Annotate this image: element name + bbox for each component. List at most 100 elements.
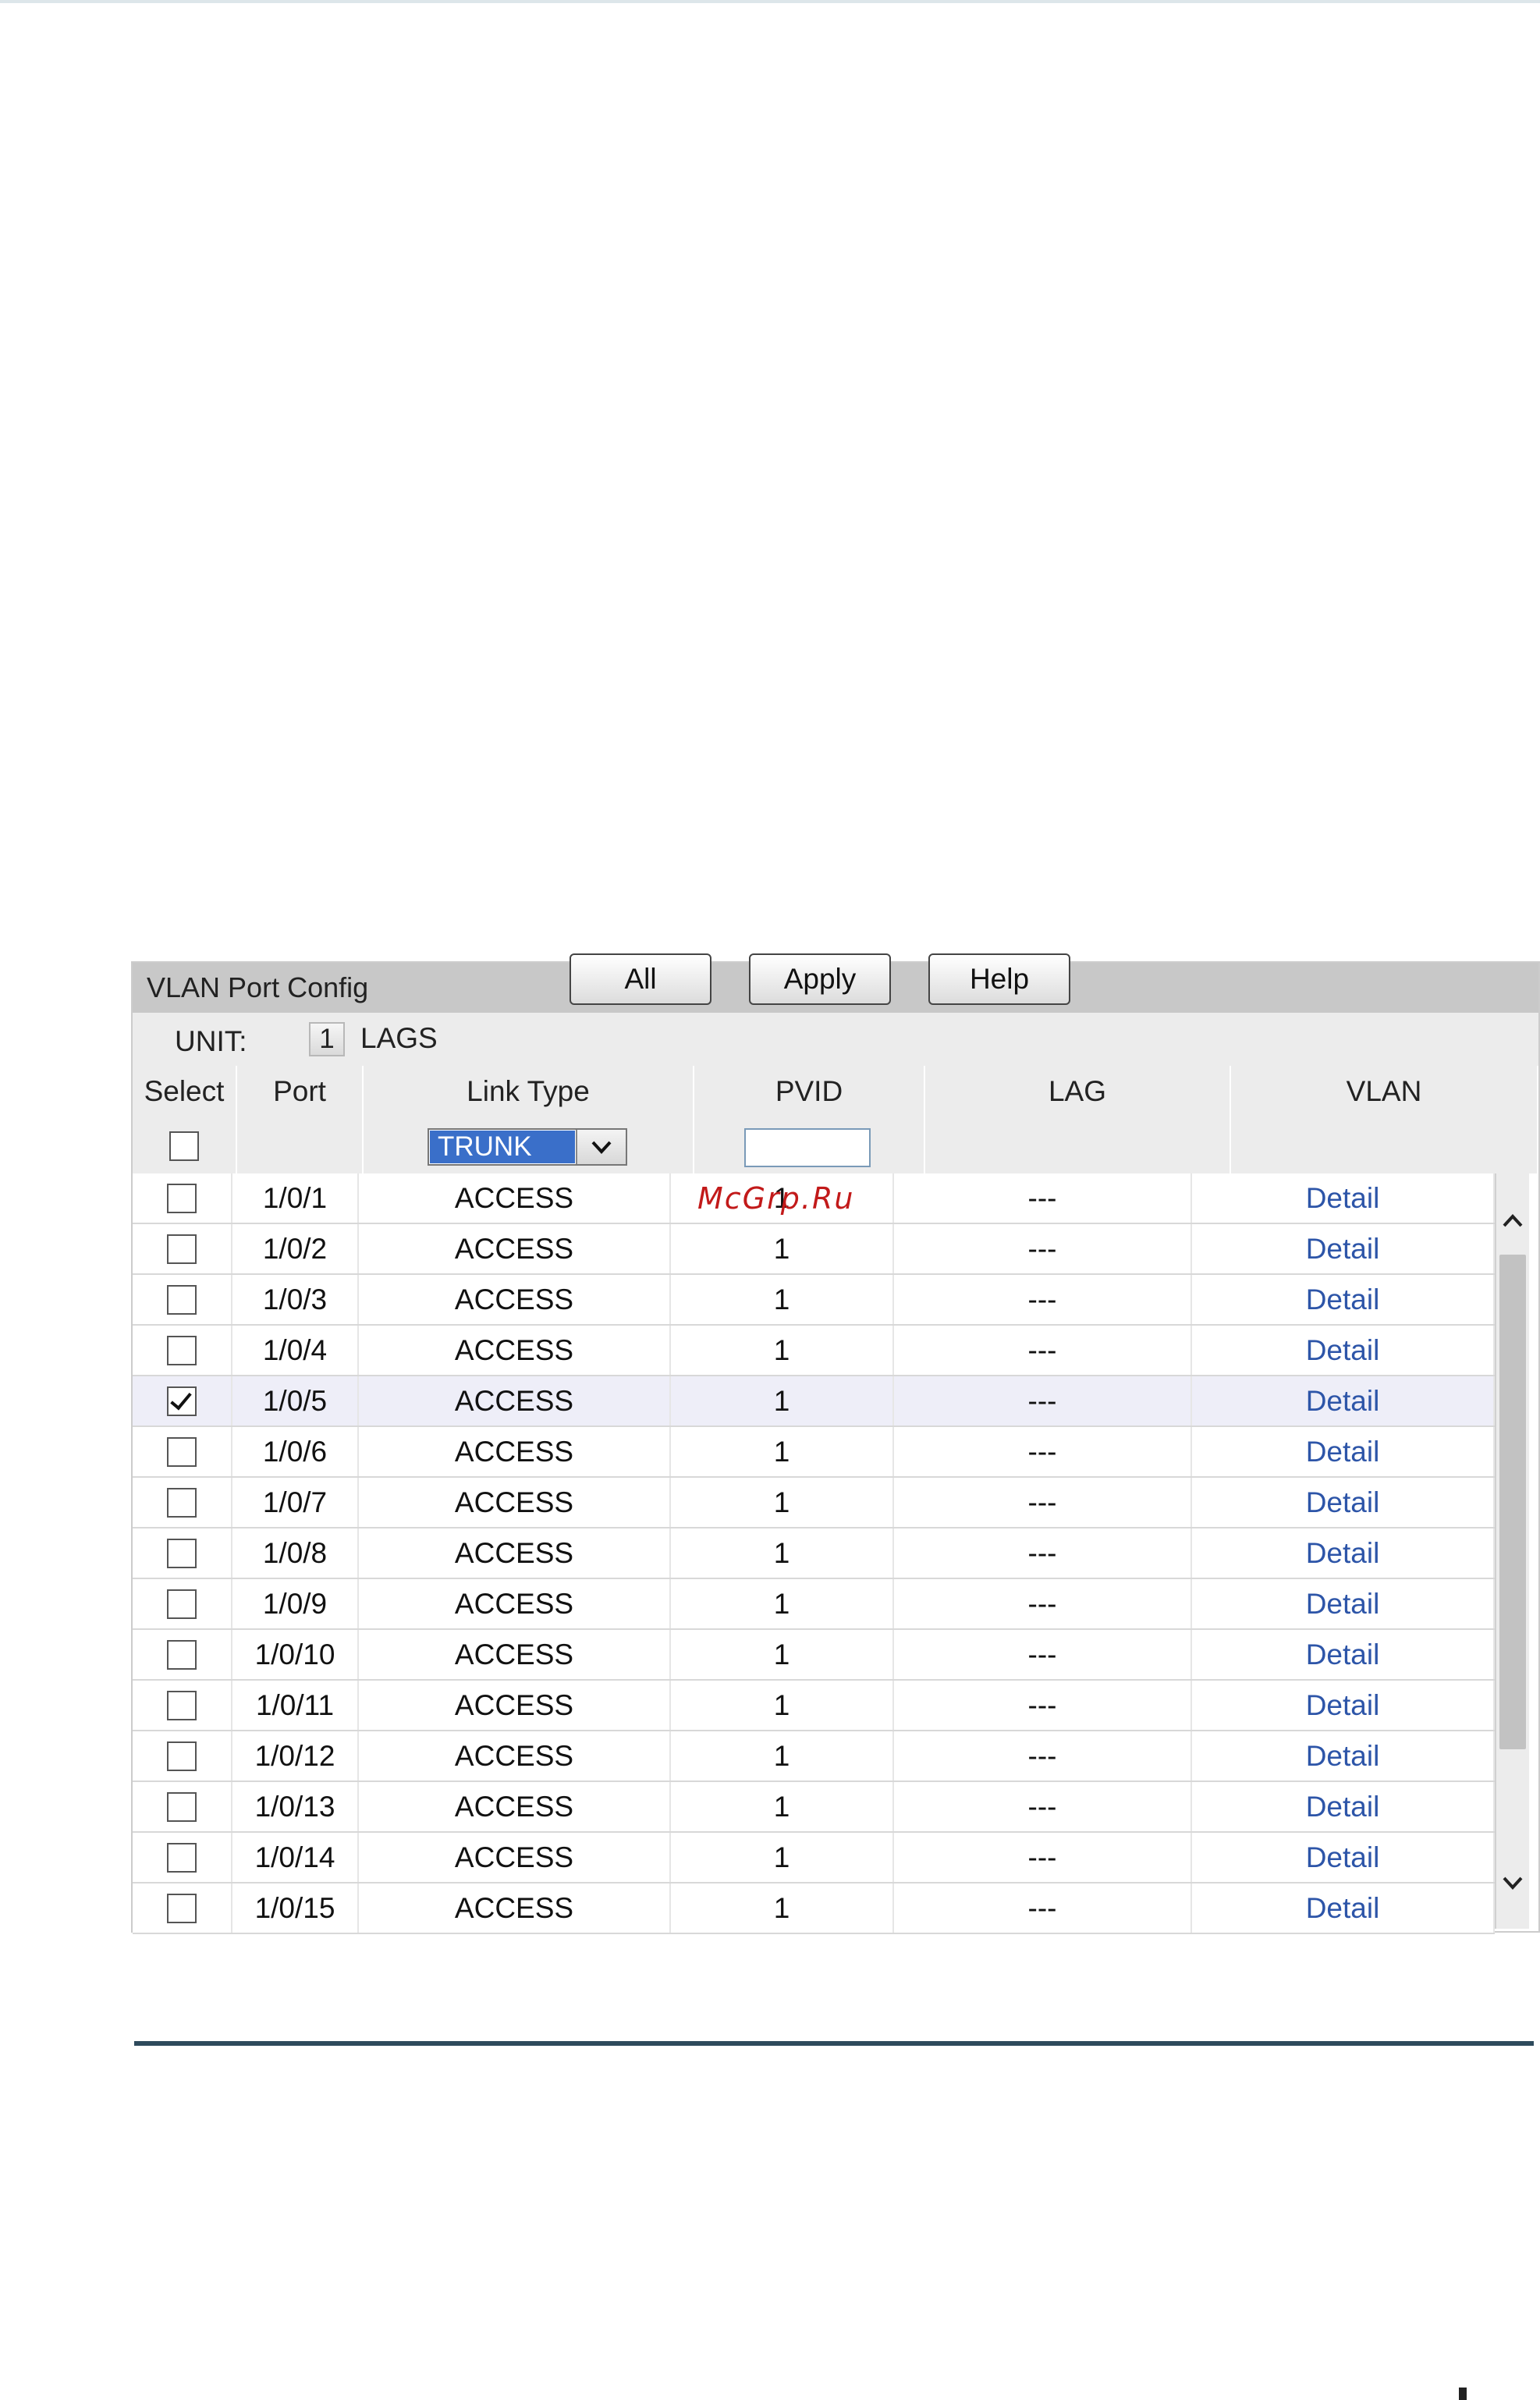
select-cell [133,1731,232,1780]
row-select-checkbox[interactable] [167,1639,197,1670]
vlan-detail-link-text[interactable]: Detail [1306,1233,1380,1266]
link-type-select[interactable]: TRUNK [428,1128,627,1166]
vlan-detail-link-text[interactable]: Detail [1306,1689,1380,1722]
scrollbar-thumb[interactable] [1499,1255,1526,1749]
vlan-detail-link[interactable]: Detail [1192,1883,1495,1933]
vlan-detail-link[interactable]: Detail [1192,1376,1495,1425]
select-cell [133,1528,232,1578]
vlan-detail-link-text[interactable]: Detail [1306,1334,1380,1367]
select-cell [133,1224,232,1273]
vlan-detail-link-text[interactable]: Detail [1306,1588,1380,1621]
lag-cell: --- [894,1224,1192,1273]
row-select-checkbox[interactable] [167,1284,197,1315]
vlan-detail-link-text[interactable]: Detail [1306,1537,1380,1570]
link-type-cell-text: ACCESS [454,1283,574,1315]
vlan-detail-link[interactable]: Detail [1192,1224,1495,1273]
link-type-cell-text: ACCESS [454,1841,574,1873]
select-cell [133,1427,232,1476]
vlan-detail-link[interactable]: Detail [1192,1326,1495,1375]
scroll-up-icon[interactable] [1496,1194,1529,1248]
row-select-checkbox[interactable] [167,1538,197,1568]
table-row: 1/0/6 ACCESS 1 --- Detail [133,1427,1495,1478]
row-select-checkbox[interactable] [167,1741,197,1771]
select-cell [133,1275,232,1324]
port-cell-text: 1/0/9 [262,1587,328,1620]
help-button[interactable]: Help [928,953,1070,1005]
vlan-detail-link-text[interactable]: Detail [1306,1841,1380,1874]
vlan-detail-link-text[interactable]: Detail [1306,1182,1380,1215]
row-select-checkbox[interactable] [167,1183,197,1213]
table-row: 1/0/2 ACCESS 1 --- Detail [133,1224,1495,1275]
lag-cell-text: --- [1027,1536,1057,1569]
pvid-cell: 1 [671,1833,894,1882]
port-cell-text: 1/0/3 [262,1283,328,1315]
row-select-checkbox[interactable] [167,1335,197,1365]
row-select-checkbox[interactable] [167,1589,197,1619]
select-cell [133,1883,232,1933]
vlan-detail-link[interactable]: Detail [1192,1833,1495,1882]
unit-1-button[interactable]: 1 [309,1022,345,1056]
row-select-checkbox[interactable] [167,1487,197,1518]
vlan-detail-link-text[interactable]: Detail [1306,1638,1380,1671]
pvid-input[interactable] [744,1128,871,1167]
vlan-detail-link[interactable]: Detail [1192,1579,1495,1628]
table-row: 1/0/10 ACCESS 1 --- Detail [133,1630,1495,1681]
port-cell: 1/0/2 [232,1224,359,1273]
vlan-detail-link[interactable]: Detail [1192,1275,1495,1324]
table-row: 1/0/4 ACCESS 1 --- Detail [133,1326,1495,1376]
link-type-cell: ACCESS [359,1681,671,1730]
select-cell [133,1833,232,1882]
lags-link[interactable]: LAGS [360,1022,438,1055]
chevron-down-icon[interactable] [576,1130,626,1164]
apply-button[interactable]: Apply [749,953,891,1005]
lag-cell: --- [894,1173,1192,1223]
vlan-detail-link-text[interactable]: Detail [1306,1791,1380,1823]
link-type-cell: ACCESS [359,1224,671,1273]
vlan-detail-link-text[interactable]: Detail [1306,1892,1380,1925]
vlan-detail-link-text[interactable]: Detail [1306,1436,1380,1468]
vlan-detail-link[interactable]: Detail [1192,1731,1495,1780]
vlan-detail-link[interactable]: Detail [1192,1782,1495,1831]
port-cell: 1/0/4 [232,1326,359,1375]
port-cell-text: 1/0/10 [254,1638,335,1670]
all-button[interactable]: All [570,953,711,1005]
pvid-cell: 1 [671,1630,894,1679]
link-type-cell-text: ACCESS [454,1587,574,1620]
select-all-checkbox[interactable] [169,1131,199,1161]
vlan-detail-link[interactable]: Detail [1192,1528,1495,1578]
row-select-checkbox[interactable] [167,1893,197,1923]
link-type-cell: ACCESS [359,1275,671,1324]
vlan-port-config-panel: VLAN Port Config UNIT: 1 LAGS Select Por… [131,961,1540,1934]
vlan-detail-link[interactable]: Detail [1192,1630,1495,1679]
lag-cell-text: --- [1027,1232,1057,1265]
corner-mark [1459,2388,1467,2400]
vlan-detail-link[interactable]: Detail [1192,1478,1495,1527]
row-select-checkbox[interactable] [167,1436,197,1467]
row-select-checkbox[interactable] [167,1386,197,1416]
table-row: 1/0/9 ACCESS 1 --- Detail [133,1579,1495,1630]
filter-lag-cell [925,1119,1231,1173]
row-select-checkbox[interactable] [167,1690,197,1720]
vlan-detail-link-text[interactable]: Detail [1306,1740,1380,1773]
scroll-down-icon[interactable] [1496,1855,1529,1910]
vlan-detail-link-text[interactable]: Detail [1306,1385,1380,1418]
table-row: 1/0/5 ACCESS 1 --- Detail [133,1376,1495,1427]
vlan-detail-link[interactable]: Detail [1192,1173,1495,1223]
row-select-checkbox[interactable] [167,1234,197,1264]
lag-cell: --- [894,1731,1192,1780]
port-cell: 1/0/5 [232,1376,359,1425]
link-type-cell-text: ACCESS [454,1435,574,1468]
vlan-detail-link[interactable]: Detail [1192,1427,1495,1476]
vlan-detail-link[interactable]: Detail [1192,1681,1495,1730]
link-type-cell-text: ACCESS [454,1486,574,1518]
select-cell [133,1326,232,1375]
vertical-scrollbar[interactable] [1495,1173,1529,1929]
pvid-cell: 1 [671,1883,894,1933]
link-type-cell: ACCESS [359,1478,671,1527]
row-select-checkbox[interactable] [167,1791,197,1822]
filter-pvid-cell [694,1119,925,1173]
vlan-detail-link-text[interactable]: Detail [1306,1283,1380,1316]
row-select-checkbox[interactable] [167,1842,197,1873]
pvid-cell-text: 1 [773,1536,790,1569]
vlan-detail-link-text[interactable]: Detail [1306,1486,1380,1519]
